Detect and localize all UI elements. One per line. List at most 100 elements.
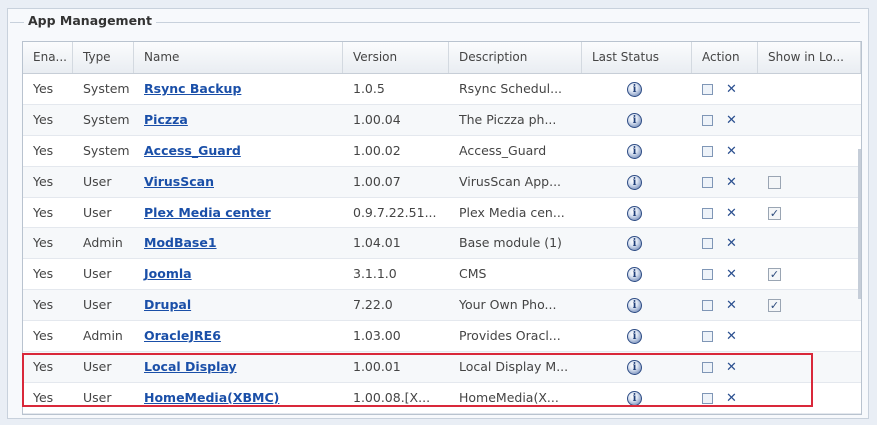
description-cell: Access_Guard xyxy=(459,142,547,158)
show-in-login-checkbox[interactable]: ✓ xyxy=(768,206,781,220)
show-in-login-cell: ✓ xyxy=(758,290,861,320)
enabled-cell: Yes xyxy=(33,81,54,96)
enabled-cell: Yes xyxy=(33,235,54,251)
name-cell: VirusScan xyxy=(134,167,343,197)
column-header-name[interactable]: Name xyxy=(134,42,343,73)
table-row[interactable]: Yes System Rsync Backup 1.0.5 Rsync Schedul.… xyxy=(23,74,861,105)
close-icon[interactable]: ✕ xyxy=(726,268,737,281)
edit-checkbox-icon[interactable] xyxy=(702,269,713,281)
app-name-link[interactable]: VirusScan xyxy=(144,174,214,189)
edit-checkbox-icon[interactable] xyxy=(702,145,713,157)
edit-checkbox-icon[interactable] xyxy=(702,84,713,95)
description-cell: CMS xyxy=(459,266,487,282)
type-cell: User xyxy=(83,266,112,282)
table-row[interactable]: Yes User Joomla 3.1.1.0 CMS i ✕ ✓ xyxy=(23,259,861,291)
close-icon[interactable]: ✕ xyxy=(726,361,737,374)
app-name-link[interactable]: Joomla xyxy=(144,266,192,281)
description-cell: VirusScan App... xyxy=(459,173,562,189)
edit-checkbox-icon[interactable] xyxy=(702,331,713,343)
column-header-version[interactable]: Version xyxy=(343,42,449,73)
app-name-link[interactable]: ModBase1 xyxy=(144,235,217,250)
column-header-action[interactable]: Action xyxy=(692,42,758,73)
edit-checkbox-icon[interactable] xyxy=(702,362,713,374)
close-icon[interactable]: ✕ xyxy=(726,145,737,158)
info-icon[interactable]: i xyxy=(627,360,642,376)
show-in-login-checkbox[interactable]: ✓ xyxy=(768,299,781,313)
info-icon[interactable]: i xyxy=(627,205,642,221)
version-cell: 3.1.1.0 xyxy=(353,266,397,282)
edit-checkbox-icon[interactable] xyxy=(702,238,713,250)
table-row[interactable]: Yes User VirusScan 1.00.07 VirusScan App... i… xyxy=(23,166,861,198)
app-name-link[interactable]: OracleJRE6 xyxy=(144,328,221,343)
table-row[interactable]: Yes User Drupal 7.22.0 Your Own Pho... i ✕ ✓ xyxy=(23,290,861,322)
edit-checkbox-icon[interactable] xyxy=(702,300,713,312)
app-name-link[interactable]: Piczza xyxy=(144,112,188,127)
column-header-type[interactable]: Type xyxy=(73,42,134,73)
close-icon[interactable]: ✕ xyxy=(726,83,737,96)
close-icon[interactable]: ✕ xyxy=(726,207,737,220)
column-header-description[interactable]: Description xyxy=(449,42,582,73)
last-status-cell: i xyxy=(582,290,692,320)
info-icon[interactable]: i xyxy=(627,390,642,406)
edit-checkbox-icon[interactable] xyxy=(702,207,713,219)
description-cell: Rsync Schedul... xyxy=(459,81,563,96)
enabled-cell: Yes xyxy=(33,111,54,127)
info-icon[interactable]: i xyxy=(627,236,642,252)
table-body: Yes System Rsync Backup 1.0.5 Rsync Schedul.… xyxy=(23,74,861,414)
edit-checkbox-icon[interactable] xyxy=(702,114,713,126)
table-row[interactable]: Yes User Plex Media center 0.9.7.22.51... Pl… xyxy=(23,198,861,229)
show-in-login-cell: ✓ xyxy=(758,198,861,228)
table-row[interactable]: Yes Admin ModBase1 1.04.01 Base module (1) i ✕ xyxy=(23,228,861,260)
table-row[interactable]: Yes Admin OracleJRE6 1.03.00 Provides Oracl.… xyxy=(23,321,861,353)
type-cell: User xyxy=(83,204,112,220)
app-name-link[interactable]: Drupal xyxy=(144,297,191,312)
table-row[interactable]: Yes User Local Display 1.00.01 Local Display… xyxy=(23,352,861,383)
show-in-login-cell xyxy=(758,74,861,104)
info-icon[interactable]: i xyxy=(627,112,642,128)
close-icon[interactable]: ✕ xyxy=(726,237,737,250)
column-header-show-in-login[interactable]: Show in Lo... xyxy=(758,42,861,73)
description-cell: Your Own Pho... xyxy=(459,297,557,313)
edit-checkbox-icon[interactable] xyxy=(702,392,713,404)
last-status-cell: i xyxy=(582,198,692,228)
info-icon[interactable]: i xyxy=(627,329,642,345)
close-icon[interactable]: ✕ xyxy=(726,330,737,343)
enabled-cell: Yes xyxy=(33,389,54,405)
app-name-link[interactable]: Local Display xyxy=(144,359,237,374)
table-row[interactable]: Yes System Piczza 1.00.04 The Piczza ph... i ✕ xyxy=(23,104,861,136)
enabled-cell: Yes xyxy=(33,142,54,158)
panel-title: App Management xyxy=(24,13,156,28)
last-status-cell: i xyxy=(582,74,692,104)
description-cell: Local Display M... xyxy=(459,359,569,375)
version-cell: 0.9.7.22.51... xyxy=(353,204,437,220)
column-header-last-status[interactable]: Last Status xyxy=(582,42,692,73)
close-icon[interactable]: ✕ xyxy=(726,114,737,127)
close-icon[interactable]: ✕ xyxy=(726,392,737,405)
info-icon[interactable]: i xyxy=(627,143,642,159)
column-header-enabled[interactable]: Ena... xyxy=(23,42,73,73)
app-name-link[interactable]: HomeMedia(XBMC) xyxy=(144,390,279,405)
info-icon[interactable]: i xyxy=(627,298,642,314)
name-cell: Rsync Backup xyxy=(134,74,343,104)
app-name-link[interactable]: Access_Guard xyxy=(144,143,241,158)
type-cell: Admin xyxy=(83,328,123,344)
show-in-login-cell xyxy=(758,383,861,413)
name-cell: Local Display xyxy=(134,352,343,382)
scrollbar[interactable] xyxy=(858,149,861,299)
show-in-login-checkbox[interactable] xyxy=(768,175,781,189)
version-cell: 1.04.01 xyxy=(353,235,401,251)
app-management-panel: App Management Ena... Type Name Version … xyxy=(7,8,869,419)
app-name-link[interactable]: Rsync Backup xyxy=(144,81,241,96)
close-icon[interactable]: ✕ xyxy=(726,176,737,189)
info-icon[interactable]: i xyxy=(627,174,642,190)
table-row[interactable]: Yes User HomeMedia(XBMC) 1.00.08.[X... HomeM… xyxy=(23,383,861,414)
show-in-login-checkbox[interactable]: ✓ xyxy=(768,268,781,282)
info-icon[interactable]: i xyxy=(627,267,642,283)
action-cell: ✕ xyxy=(692,136,758,166)
table-row[interactable]: Yes System Access_Guard 1.00.02 Access_Guard… xyxy=(23,136,861,167)
edit-checkbox-icon[interactable] xyxy=(702,176,713,188)
close-icon[interactable]: ✕ xyxy=(726,299,737,312)
info-icon[interactable]: i xyxy=(627,82,642,97)
app-name-link[interactable]: Plex Media center xyxy=(144,205,271,220)
action-cell: ✕ xyxy=(692,74,758,104)
